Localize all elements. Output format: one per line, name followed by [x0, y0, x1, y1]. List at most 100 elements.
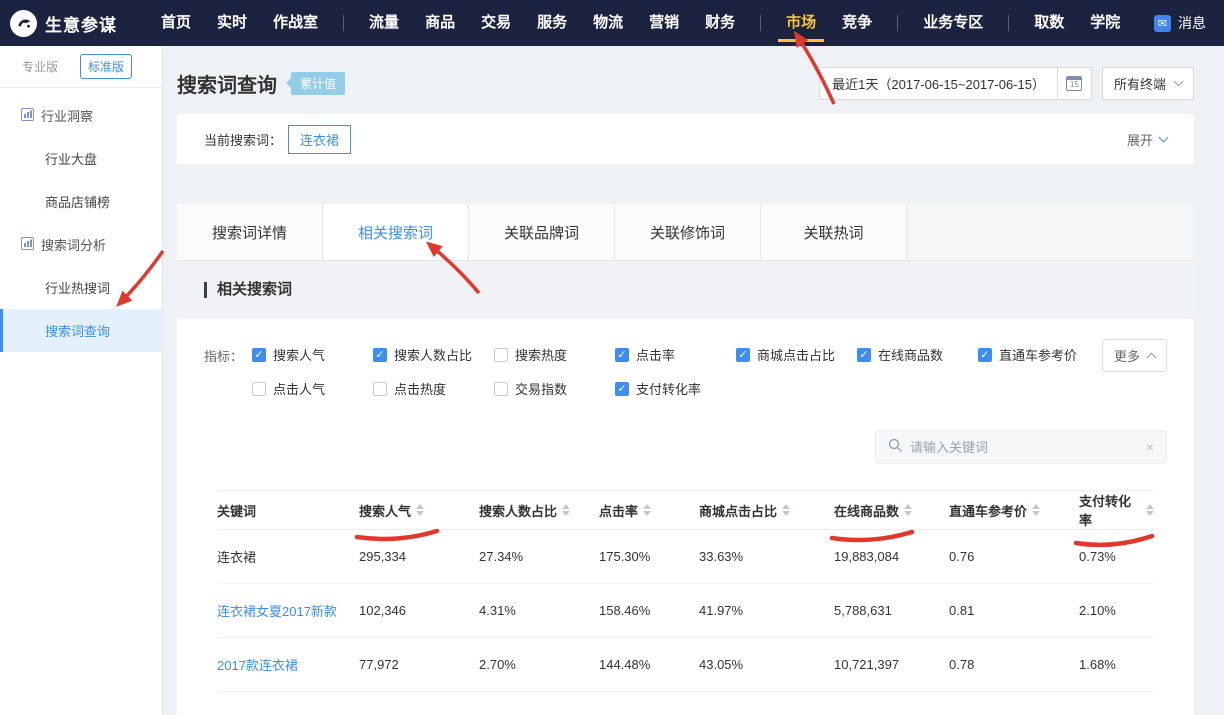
- nav-item-competition[interactable]: 竞争: [829, 0, 885, 46]
- checkbox-icon: [373, 348, 387, 362]
- checkbox-search-popularity[interactable]: 搜索人气: [252, 345, 373, 364]
- column-header-search-popularity[interactable]: 搜索人气: [359, 501, 479, 520]
- nav-item-finance[interactable]: 财务: [692, 0, 748, 46]
- cumulative-badge: 累计值: [291, 72, 345, 95]
- checkbox-icon: [857, 348, 871, 362]
- checkbox-mall-click-ratio[interactable]: 商城点击占比: [736, 345, 857, 364]
- checkbox-search-user-ratio[interactable]: 搜索人数占比: [373, 345, 494, 364]
- value-cell: 102,346: [359, 603, 479, 618]
- checkbox-label: 点击热度: [394, 379, 446, 398]
- metric-filters-label: 指标：: [204, 345, 252, 398]
- more-label: 更多: [1114, 346, 1140, 365]
- value-cell: 4.31%: [479, 603, 599, 618]
- nav-item-realtime[interactable]: 实时: [204, 0, 260, 46]
- tab-related-search-terms[interactable]: 相关搜索词: [323, 204, 469, 260]
- sidebar-item-search-term-analysis[interactable]: 搜索词分析: [0, 223, 162, 266]
- value-cell: 2.10%: [1079, 603, 1154, 618]
- expand-toggle[interactable]: 展开: [1127, 130, 1167, 149]
- checkbox-label: 搜索人气: [273, 345, 325, 364]
- checkbox-icon: [978, 348, 992, 362]
- current-search-term-chip[interactable]: 连衣裙: [288, 125, 351, 154]
- value-cell: 144.48%: [599, 657, 699, 672]
- sidebar-item-industry-hot-words[interactable]: 行业热搜词: [0, 266, 162, 309]
- checkbox-label: 交易指数: [515, 379, 567, 398]
- nav-item-marketing[interactable]: 营销: [636, 0, 692, 46]
- checkbox-icon: [494, 382, 508, 396]
- sidebar-item-product-shop-rank[interactable]: 商品店铺榜: [0, 180, 162, 223]
- column-header-payment-conversion[interactable]: 支付转化率: [1079, 491, 1154, 529]
- nav-item-academy[interactable]: 学院: [1077, 0, 1133, 46]
- nav-item-war-room[interactable]: 作战室: [260, 0, 331, 46]
- value-cell: 77,972: [359, 657, 479, 672]
- nav-item-traffic[interactable]: 流量: [356, 0, 412, 46]
- value-cell: 33.63%: [699, 549, 834, 564]
- nav-item-product[interactable]: 商品: [412, 0, 468, 46]
- more-metrics-button[interactable]: 更多: [1102, 339, 1167, 372]
- checkbox-online-products[interactable]: 在线商品数: [857, 345, 978, 364]
- tab-bar-filler: [907, 204, 1194, 260]
- sort-icon: [1032, 504, 1040, 516]
- checkbox-icon: [615, 348, 629, 362]
- tab-related-modifier-terms[interactable]: 关联修饰词: [615, 204, 761, 260]
- tab-related-hot-terms[interactable]: 关联热词: [761, 204, 907, 260]
- column-header-search-user-ratio[interactable]: 搜索人数占比: [479, 501, 599, 520]
- value-cell: 0.78: [949, 657, 1079, 672]
- column-header-click-rate[interactable]: 点击率: [599, 501, 699, 520]
- checkbox-payment-conversion[interactable]: 支付转化率: [615, 379, 736, 398]
- value-cell: 41.97%: [699, 603, 834, 618]
- nav-divider: [760, 15, 761, 31]
- version-tab-standard[interactable]: 标准版: [80, 54, 132, 79]
- page-title: 搜索词查询: [177, 69, 277, 98]
- value-cell: 175.30%: [599, 549, 699, 564]
- checkbox-label: 搜索热度: [515, 345, 567, 364]
- tab-related-brand-terms[interactable]: 关联品牌词: [469, 204, 615, 260]
- calendar-button[interactable]: 15: [1057, 68, 1091, 99]
- sidebar-item-industry-insight[interactable]: 行业洞察: [0, 94, 162, 137]
- checkbox-click-heat[interactable]: 点击热度: [373, 379, 494, 398]
- current-search-label: 当前搜索词：: [204, 130, 282, 149]
- column-header-online-products[interactable]: 在线商品数: [834, 501, 949, 520]
- brand[interactable]: 生意参谋: [10, 10, 148, 37]
- tab-search-term-detail[interactable]: 搜索词详情: [177, 204, 323, 260]
- date-range-picker[interactable]: 最近1天（2017-06-15~2017-06-15） 15: [819, 67, 1092, 100]
- checkbox-icon: [736, 348, 750, 362]
- current-search-panel: 当前搜索词： 连衣裙 展开: [177, 114, 1194, 164]
- table-row: 连衣裙女夏2017新款 102,346 4.31% 158.46% 41.97%…: [217, 584, 1154, 638]
- chevron-up-icon: [1147, 352, 1157, 362]
- main-nav: 首页 实时 作战室 流量 商品 交易 服务 物流 营销 财务 市场 竞争 业务专…: [148, 0, 1133, 46]
- doc-chart-icon: [21, 108, 34, 124]
- keyword-cell[interactable]: 2017款连衣裙: [217, 655, 359, 674]
- nav-item-business-zone[interactable]: 业务专区: [910, 0, 996, 46]
- table-row: 连衣裙 295,334 27.34% 175.30% 33.63% 19,883…: [217, 530, 1154, 584]
- nav-item-trade[interactable]: 交易: [468, 0, 524, 46]
- nav-item-service[interactable]: 服务: [524, 0, 580, 46]
- checkbox-trade-index[interactable]: 交易指数: [494, 379, 615, 398]
- message-entry[interactable]: ✉ 消息: [1154, 13, 1206, 33]
- sort-icon: [782, 504, 790, 516]
- column-header-mall-click-ratio[interactable]: 商城点击占比: [699, 501, 834, 520]
- sidebar-item-industry-overview[interactable]: 行业大盘: [0, 137, 162, 180]
- nav-item-market[interactable]: 市场: [773, 0, 829, 46]
- column-header-ztc-reference-price[interactable]: 直通车参考价: [949, 501, 1079, 520]
- keyword-cell[interactable]: 连衣裙女夏2017新款: [217, 601, 359, 620]
- checkbox-ztc-reference-price[interactable]: 直通车参考价: [978, 345, 1099, 364]
- terminal-select-value: 所有终端: [1114, 74, 1166, 93]
- nav-item-logistics[interactable]: 物流: [580, 0, 636, 46]
- version-tab-professional[interactable]: 专业版: [14, 54, 66, 79]
- checkbox-click-popularity[interactable]: 点击人气: [252, 379, 373, 398]
- keyword-search-input[interactable]: [910, 440, 1138, 455]
- nav-item-home[interactable]: 首页: [148, 0, 204, 46]
- checkbox-click-rate[interactable]: 点击率: [615, 345, 736, 364]
- sidebar-item-search-term-query[interactable]: 搜索词查询: [0, 309, 162, 352]
- keyword-search-row: ×: [177, 404, 1194, 464]
- sort-icon: [1146, 504, 1154, 516]
- checkbox-label: 支付转化率: [636, 379, 701, 398]
- value-cell: 5,788,631: [834, 603, 949, 618]
- clear-icon[interactable]: ×: [1146, 439, 1154, 455]
- terminal-select[interactable]: 所有终端: [1102, 67, 1194, 100]
- sort-icon: [643, 504, 651, 516]
- nav-item-data-extract[interactable]: 取数: [1021, 0, 1077, 46]
- table-row: 2017款连衣裙 77,972 2.70% 144.48% 43.05% 10,…: [217, 638, 1154, 692]
- checkbox-label: 在线商品数: [878, 345, 943, 364]
- checkbox-search-heat[interactable]: 搜索热度: [494, 345, 615, 364]
